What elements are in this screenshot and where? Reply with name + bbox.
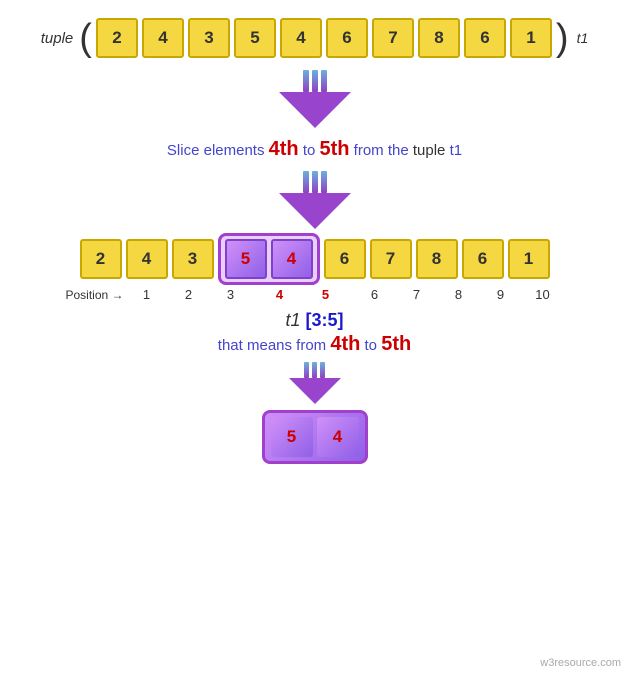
arrow-2-line-1: [303, 171, 309, 193]
tuple-label: tuple: [41, 30, 74, 47]
cell-5: 6: [326, 18, 368, 58]
pos-1: 1: [126, 287, 168, 302]
cell-7: 8: [418, 18, 460, 58]
pos-6: 6: [354, 287, 396, 302]
slice-to: to: [303, 142, 316, 159]
cell-0: 2: [96, 18, 138, 58]
arrow-2-line-2: [312, 171, 318, 193]
second-tuple-row: 2 4 3 5 4 6 7 8 6 1: [80, 233, 550, 285]
pos-9: 9: [480, 287, 522, 302]
watermark: w3resource.com: [540, 657, 621, 669]
cell2-1: 4: [126, 239, 168, 279]
result-cell-1: 4: [317, 417, 359, 457]
cell2-2: 3: [172, 239, 214, 279]
arrow-1: [279, 70, 351, 128]
pos-4: 4: [259, 287, 301, 302]
arrow-3: [289, 362, 341, 404]
means-text: that means from 4th to 5th: [218, 333, 411, 356]
cell-6: 7: [372, 18, 414, 58]
arrow-3-line-3: [320, 362, 325, 378]
means-4th: 4th: [330, 333, 360, 355]
cell2-7: 8: [416, 239, 458, 279]
cell2-3: 5: [225, 239, 267, 279]
arrow-1-lines: [303, 70, 327, 92]
result-cell-0: 5: [271, 417, 313, 457]
slice-from-text: from the: [354, 142, 413, 159]
cell2-0: 2: [80, 239, 122, 279]
t1-label-top: t1: [577, 30, 589, 46]
highlight-box: 5 4: [218, 233, 320, 285]
position-label: Position →: [65, 288, 123, 302]
pos-2: 2: [168, 287, 210, 302]
close-paren: ): [556, 19, 569, 57]
cell2-9: 1: [508, 239, 550, 279]
arrow-1-line-1: [303, 70, 309, 92]
pos-8: 8: [438, 287, 480, 302]
cell-4: 4: [280, 18, 322, 58]
code-t1: t1: [285, 310, 305, 330]
pos-3: 3: [210, 287, 252, 302]
code-block: t1 [3:5] that means from 4th to 5th: [218, 310, 411, 356]
means-to-text: to: [360, 337, 381, 354]
arrow-2-lines: [303, 171, 327, 193]
cell2-6: 7: [370, 239, 412, 279]
main-container: tuple ( 2 4 3 5 4 6 7 8 6 1 ) t1 Slice e…: [0, 0, 629, 474]
cell-8: 6: [464, 18, 506, 58]
cell-9: 1: [510, 18, 552, 58]
arrow-1-line-2: [312, 70, 318, 92]
pos-highlight-group: 4 5: [252, 287, 354, 302]
code-bracket: [3:5]: [306, 310, 344, 330]
arrow-2-line-3: [321, 171, 327, 193]
arrow-1-head: [279, 92, 351, 128]
cell-2: 3: [188, 18, 230, 58]
arrow-1-line-3: [321, 70, 327, 92]
means-5th: 5th: [381, 333, 411, 355]
cell2-5: 6: [324, 239, 366, 279]
pos-5: 5: [305, 287, 347, 302]
arrow-3-lines: [304, 362, 325, 378]
cell-3: 5: [234, 18, 276, 58]
means-from: that means from: [218, 337, 331, 354]
slice-t1-text: t1: [450, 142, 463, 159]
arrow-3-head: [289, 378, 341, 404]
top-tuple-row: tuple ( 2 4 3 5 4 6 7 8 6 1 ) t1: [41, 18, 589, 58]
cell2-8: 6: [462, 239, 504, 279]
code-text: t1 [3:5]: [218, 310, 411, 331]
slice-description: Slice elements 4th to 5th from the tuple…: [167, 138, 462, 161]
slice-text-1: Slice elements: [167, 142, 265, 159]
cell2-4: 4: [271, 239, 313, 279]
pos-7: 7: [396, 287, 438, 302]
arrow-3-line-1: [304, 362, 309, 378]
slice-tuple-text: tuple: [413, 142, 446, 159]
arrow-3-line-2: [312, 362, 317, 378]
arrow-2: [279, 171, 351, 229]
result-row: 5 4: [262, 410, 368, 464]
position-row: Position → 1 2 3 4 5 6 7 8 9 10: [65, 287, 563, 302]
open-paren: (: [79, 19, 92, 57]
cell-1: 4: [142, 18, 184, 58]
arrow-2-head: [279, 193, 351, 229]
pos-10: 10: [522, 287, 564, 302]
slice-5th: 5th: [320, 138, 350, 160]
slice-4th: 4th: [269, 138, 299, 160]
